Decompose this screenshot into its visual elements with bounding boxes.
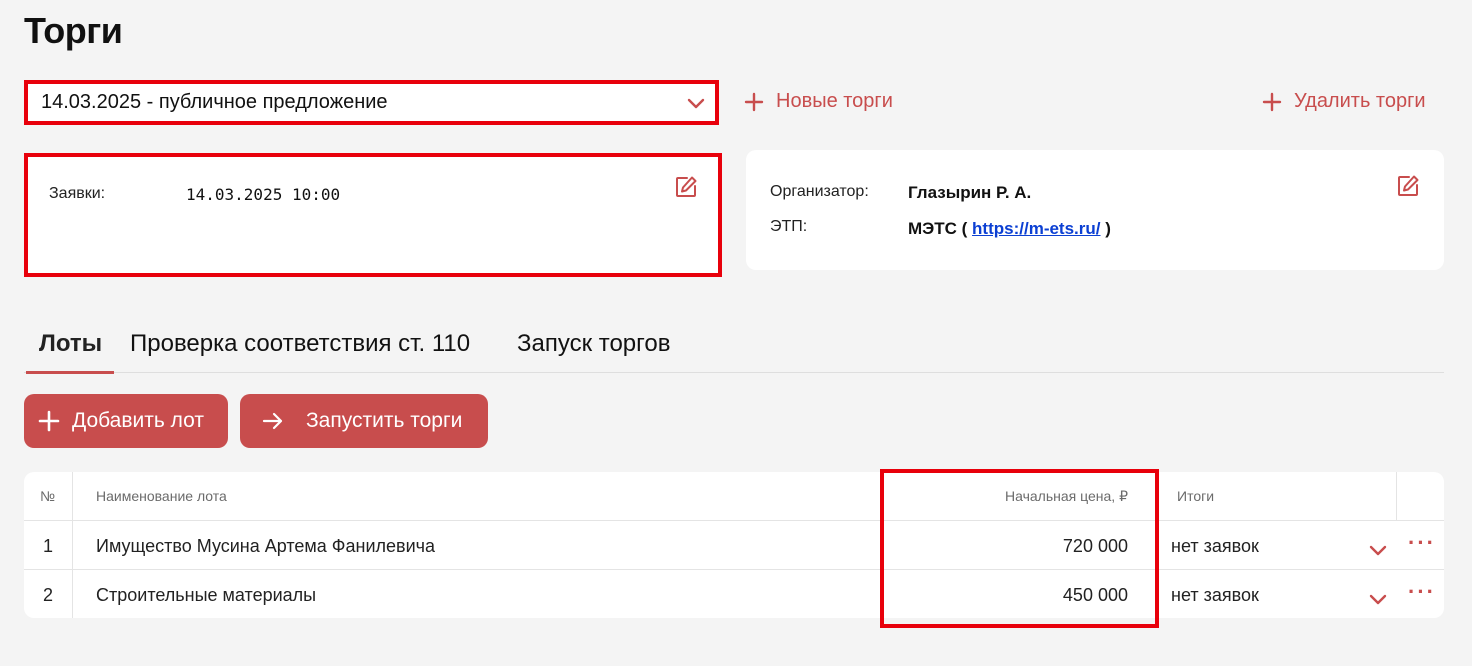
- plus-icon: [744, 92, 764, 111]
- new-auction-button[interactable]: Новые торги: [744, 90, 893, 113]
- start-auction-label: Запустить торги: [306, 409, 463, 432]
- row-num: 2: [43, 585, 54, 605]
- etp-link[interactable]: https://m-ets.ru/: [972, 219, 1100, 238]
- column-header-result[interactable]: Итоги: [1177, 488, 1214, 504]
- organizer-value: Глазырин Р. А.: [908, 183, 1032, 202]
- organizer-card: Организатор: Глазырин Р. А. ЭТП: МЭТС ( …: [746, 150, 1444, 270]
- more-dots-icon[interactable]: ···: [1408, 530, 1436, 556]
- lot-result: нет заявок: [1171, 585, 1259, 605]
- auction-select-value: 14.03.2025 - публичное предложение: [41, 91, 388, 113]
- lot-price: 450 000: [1062, 585, 1128, 605]
- lot-result: нет заявок: [1171, 536, 1259, 556]
- column-header-num: №: [40, 488, 56, 504]
- plus-icon: [1262, 92, 1282, 111]
- tab-compliance-check[interactable]: Проверка соответствия ст. 110: [130, 330, 470, 358]
- etp-close: ): [1105, 219, 1111, 238]
- etp-label: ЭТП:: [770, 218, 808, 235]
- etp-value: МЭТС ( https://m-ets.ru/ ): [908, 219, 1111, 239]
- start-auction-button[interactable]: Запустить торги: [240, 394, 488, 448]
- new-auction-label: Новые торги: [776, 90, 893, 112]
- chevron-down-icon[interactable]: [1369, 541, 1387, 559]
- column-divider: [1396, 472, 1397, 520]
- column-header-price[interactable]: Начальная цена, ₽: [1005, 488, 1128, 505]
- applications-value: 14.03.2025 10:00: [186, 185, 341, 204]
- column-header-name[interactable]: Наименование лота: [96, 488, 227, 504]
- edit-icon[interactable]: [1396, 174, 1420, 198]
- page-title: Торги: [24, 10, 123, 51]
- tab-lots[interactable]: Лоты: [39, 330, 102, 358]
- delete-auction-label: Удалить торги: [1294, 90, 1426, 112]
- tabs-divider: [24, 372, 1444, 373]
- applications-label: Заявки:: [49, 185, 106, 202]
- lot-price: 720 000: [1062, 536, 1128, 556]
- lot-name: Строительные материалы: [96, 585, 317, 605]
- organizer-label: Организатор:: [770, 183, 869, 200]
- more-dots-icon[interactable]: ···: [1408, 579, 1436, 605]
- row-num: 1: [43, 536, 54, 556]
- arrow-right-icon: [262, 412, 283, 430]
- schedule-card: Заявки: 14.03.2025 10:00: [24, 153, 722, 277]
- chevron-down-icon[interactable]: [1369, 590, 1387, 608]
- auction-select[interactable]: 14.03.2025 - публичное предложение: [24, 80, 719, 125]
- lots-table: № Наименование лота Начальная цена, ₽ Ит…: [24, 472, 1444, 618]
- chevron-down-icon: [687, 98, 705, 109]
- header-divider: [24, 520, 1444, 521]
- add-lot-button[interactable]: Добавить лот: [24, 394, 228, 448]
- row-divider: [24, 569, 1444, 570]
- edit-icon[interactable]: [674, 175, 698, 199]
- delete-auction-button[interactable]: Удалить торги: [1262, 90, 1426, 113]
- column-divider: [72, 472, 73, 618]
- plus-icon: [38, 410, 60, 432]
- active-tab-indicator: [26, 371, 114, 374]
- add-lot-label: Добавить лот: [72, 409, 204, 432]
- tab-launch-auction[interactable]: Запуск торгов: [517, 330, 670, 358]
- etp-name: МЭТС (: [908, 219, 968, 238]
- lot-name: Имущество Мусина Артема Фанилевича: [96, 536, 436, 556]
